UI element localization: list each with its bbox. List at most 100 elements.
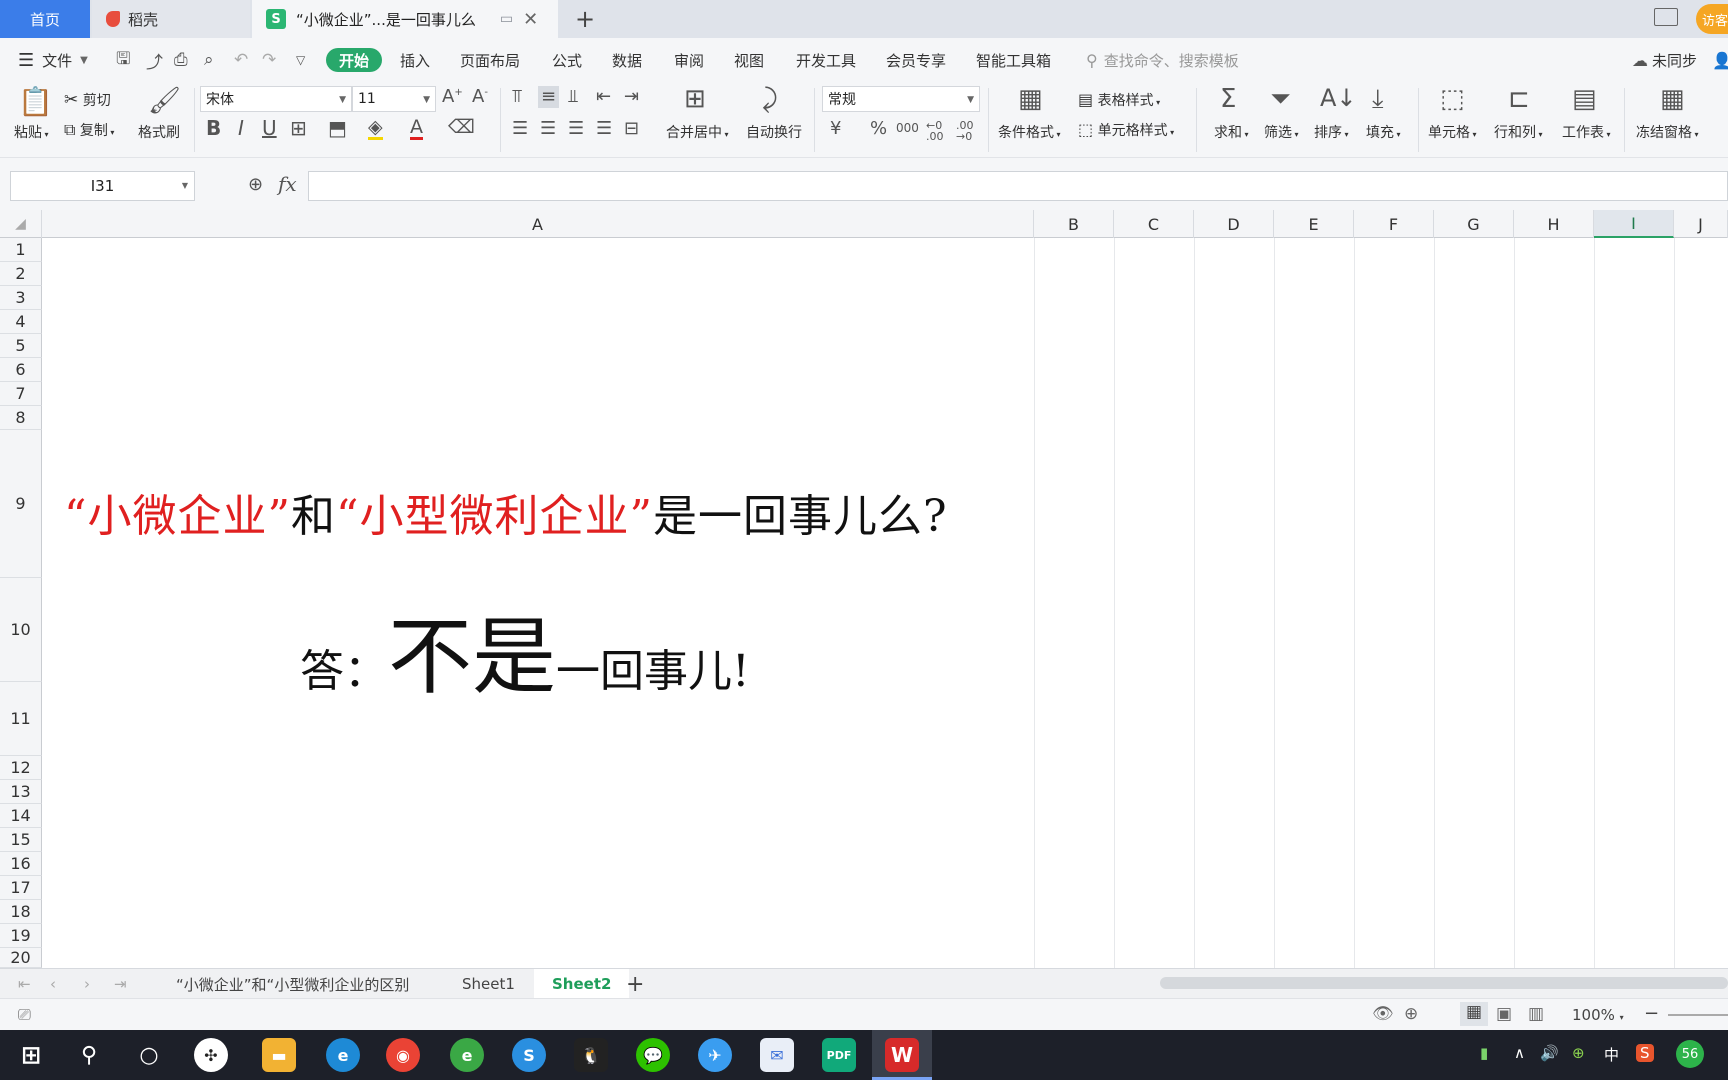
menu-review[interactable]: 审阅 [674, 48, 704, 72]
row-header-19[interactable]: 19 [0, 924, 42, 948]
cells-button[interactable]: 单元格 ▾ [1428, 122, 1477, 142]
user-icon[interactable]: 👤 [1712, 48, 1728, 72]
name-box[interactable]: I31 ▼ [10, 171, 195, 201]
menu-page-layout[interactable]: 页面布局 [460, 48, 520, 72]
worksheet-button[interactable]: 工作表 ▾ [1562, 122, 1611, 142]
pdf-icon[interactable]: PDF [822, 1038, 856, 1072]
justify-icon[interactable]: ☰ [596, 120, 612, 138]
align-top-icon[interactable]: ⫪ [512, 88, 522, 106]
mail-bird-icon[interactable]: ✉ [760, 1038, 794, 1072]
redo-icon[interactable]: ↷ [262, 48, 276, 72]
first-sheet-icon[interactable]: ⇤ [18, 969, 31, 999]
pin-icon[interactable]: ▭ [500, 11, 513, 27]
sheet-tab-2[interactable]: Sheet1 [462, 969, 515, 999]
file-explorer-icon[interactable]: ▬ [262, 1038, 296, 1072]
font-name-select[interactable]: 宋体 ▼ [200, 86, 352, 112]
wechat-icon[interactable]: 💬 [636, 1038, 670, 1072]
font-color-icon[interactable]: A [410, 118, 423, 140]
column-header-j[interactable]: J [1674, 210, 1728, 238]
sync-status[interactable]: ☁ 未同步 [1632, 48, 1697, 72]
font-size-select[interactable]: 11 ▼ [352, 86, 436, 112]
zoom-level[interactable]: 100% ▾ [1572, 1006, 1624, 1024]
align-bottom-icon[interactable]: ⫫ [568, 88, 578, 106]
decrease-decimal-icon[interactable]: .00 →0 [956, 120, 974, 142]
row-header-4[interactable]: 4 [0, 310, 42, 334]
customize-toolbar-icon[interactable]: ▽ [296, 48, 305, 72]
menu-developer[interactable]: 开发工具 [796, 48, 856, 72]
cell-style-button[interactable]: ⬚ 单元格样式 ▾ [1078, 120, 1174, 140]
tab-document[interactable]: S “小微企业”...是一回事儿么 ▭ ✕ [252, 0, 558, 38]
decrease-font-icon[interactable]: A- [472, 88, 488, 106]
row-header-9[interactable]: 9 [0, 430, 42, 578]
freeze-panes-button[interactable]: 冻结窗格 ▾ [1636, 122, 1699, 142]
export-icon[interactable]: ⤴ [146, 48, 163, 73]
number-format-select[interactable]: 常规 ▼ [822, 86, 980, 112]
fill-color-icon[interactable]: ◈ [368, 118, 383, 140]
page-layout-view-icon[interactable]: ▣ [1496, 1004, 1512, 1024]
worksheet-icon[interactable]: ▤ [1572, 86, 1597, 112]
prev-sheet-icon[interactable]: ‹ [50, 969, 56, 999]
sogou-browser-icon[interactable]: S [512, 1038, 546, 1072]
column-header-c[interactable]: C [1114, 210, 1194, 238]
merge-icon[interactable]: ⊞ [684, 86, 706, 112]
formula-input[interactable] [308, 171, 1728, 201]
conditional-format-icon[interactable]: ▦ [1018, 86, 1043, 112]
select-all-corner[interactable]: ◢ [0, 210, 42, 238]
new-tab-button[interactable]: + [570, 0, 600, 38]
network-icon[interactable]: ⊕ [1572, 1044, 1585, 1062]
column-header-a[interactable]: A [42, 210, 1034, 238]
tray-expand-icon[interactable]: ∧ [1514, 1044, 1525, 1062]
italic-icon[interactable]: I [238, 118, 244, 138]
column-header-d[interactable]: D [1194, 210, 1274, 238]
menu-home[interactable]: 开始 [326, 48, 383, 72]
paste-button[interactable]: 粘贴 ▾ [14, 122, 49, 142]
column-header-g[interactable]: G [1434, 210, 1514, 238]
row-header-15[interactable]: 15 [0, 828, 42, 852]
cortana-icon[interactable]: ○ [132, 1038, 166, 1072]
brush-icon[interactable]: 🖌 [148, 88, 181, 114]
align-middle-icon[interactable]: ≡ [538, 86, 560, 108]
row-header-11[interactable]: 11 [0, 682, 42, 756]
row-header-13[interactable]: 13 [0, 780, 42, 804]
menu-file[interactable]: ☰ 文件 ▼ [18, 48, 88, 72]
distributed-icon[interactable]: ⊟ [624, 120, 639, 138]
wrap-text-button[interactable]: 自动换行 [746, 122, 802, 142]
menu-member[interactable]: 会员专享 [886, 48, 946, 72]
filter-button[interactable]: 筛选 ▾ [1264, 122, 1299, 142]
column-header-f[interactable]: F [1354, 210, 1434, 238]
search-box[interactable]: ⚲ 查找命令、搜索模板 [1086, 48, 1239, 72]
thousands-icon[interactable]: 000 [896, 122, 919, 134]
tab-home[interactable]: 首页 [0, 0, 90, 38]
align-right-icon[interactable]: ☰ [568, 120, 584, 138]
menu-view[interactable]: 视图 [734, 48, 764, 72]
currency-icon[interactable]: ¥ [830, 120, 841, 138]
row-col-icon[interactable]: ⊏ [1508, 86, 1530, 112]
print-icon[interactable]: ⎙ [174, 48, 188, 72]
cut-button[interactable]: ✂ 剪切 [64, 90, 111, 110]
fill-shape-icon[interactable]: ⬒ [328, 118, 347, 138]
windows-start-icon[interactable]: ⊞ [14, 1038, 48, 1072]
freeze-icon[interactable]: ▦ [1660, 86, 1685, 112]
conditional-format-button[interactable]: 条件格式 ▾ [998, 122, 1061, 142]
column-header-e[interactable]: E [1274, 210, 1354, 238]
fx-icon[interactable]: fx [278, 172, 297, 196]
row-col-button[interactable]: 行和列 ▾ [1494, 122, 1543, 142]
column-header-i[interactable]: I [1594, 210, 1674, 238]
increase-indent-icon[interactable]: ⇥ [624, 88, 639, 106]
row-header-6[interactable]: 6 [0, 358, 42, 382]
sogou-ime-icon[interactable]: S [1636, 1044, 1654, 1062]
zoom-formula-icon[interactable]: ⊕ [248, 174, 263, 195]
wps-active-app[interactable]: W [872, 1030, 932, 1080]
last-sheet-icon[interactable]: ⇥ [114, 969, 127, 999]
menu-data[interactable]: 数据 [612, 48, 642, 72]
increase-font-icon[interactable]: A+ [442, 88, 463, 106]
sheet-tab-1[interactable]: “小微企业”和“小型微利企业的区别 [176, 969, 409, 999]
row-header-18[interactable]: 18 [0, 900, 42, 924]
battery-icon[interactable]: ▮ [1480, 1044, 1488, 1062]
filter-icon[interactable]: ⏷ [1270, 86, 1291, 112]
sum-button[interactable]: 求和 ▾ [1214, 122, 1249, 142]
row-header-20[interactable]: 20 [0, 948, 42, 968]
increase-decimal-icon[interactable]: ←0.00 [926, 120, 944, 142]
browser-green-icon[interactable]: e [450, 1038, 484, 1072]
border-icon[interactable]: ⊞ [290, 118, 307, 138]
